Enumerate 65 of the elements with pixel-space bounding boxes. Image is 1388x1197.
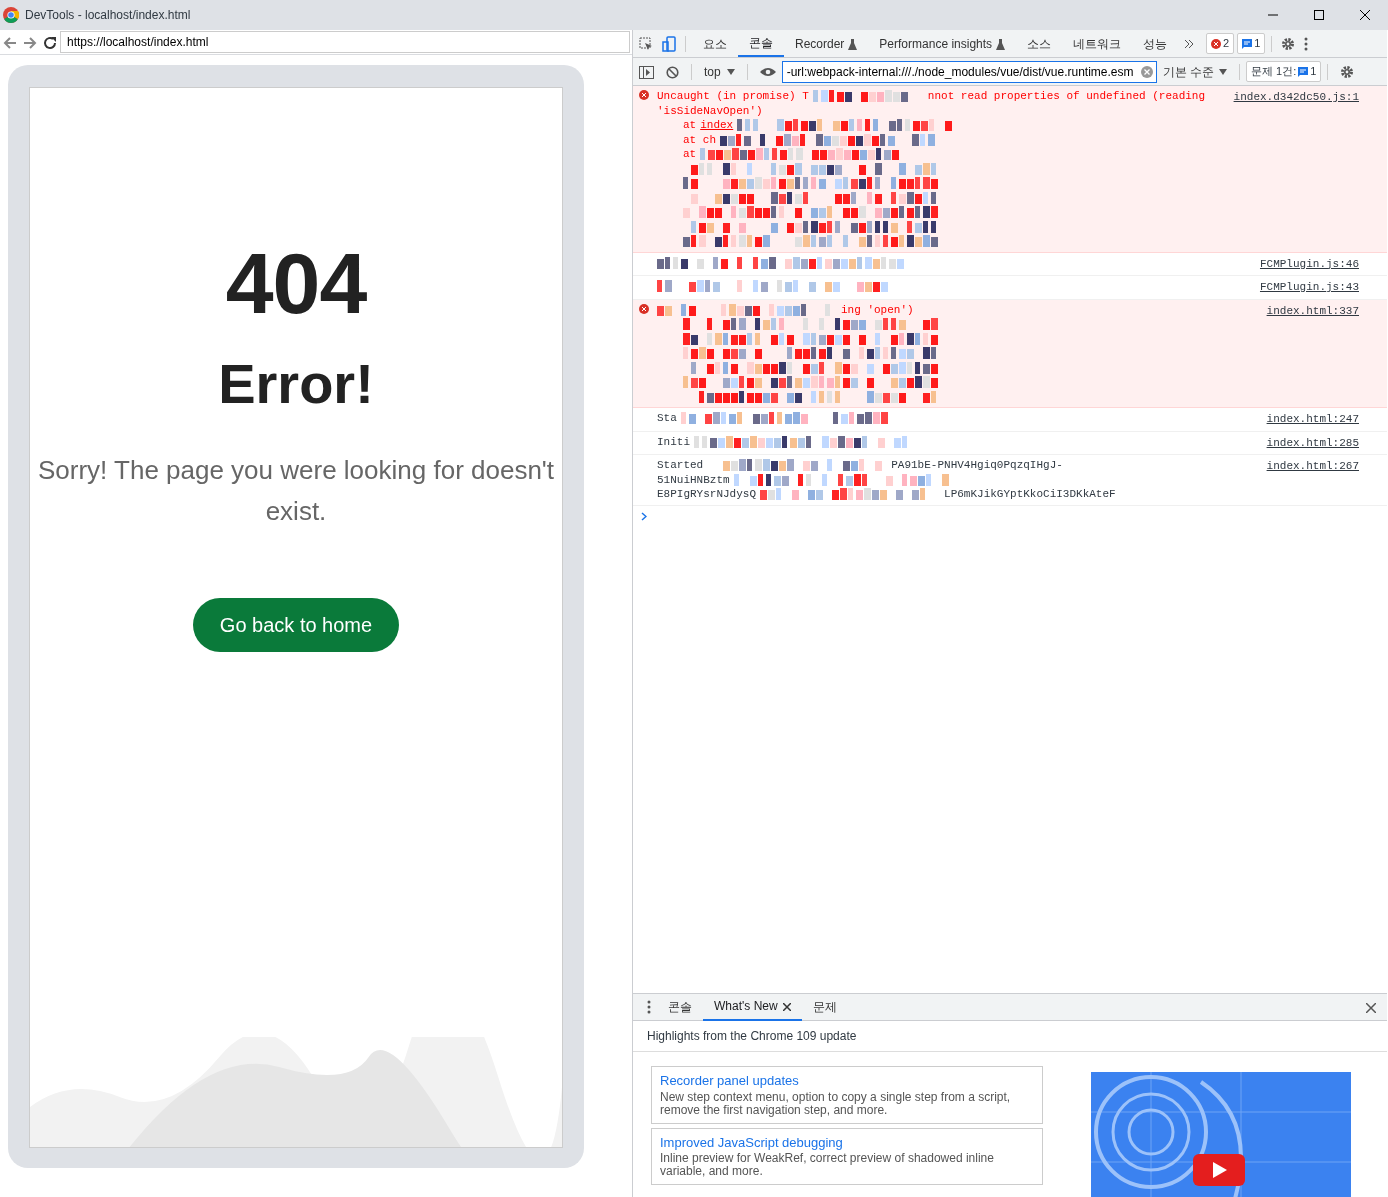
feature-description: Inline preview for WeakRef, correct preview of shadowed inline variable, and more.	[660, 1152, 995, 1178]
console-text: ing 'open')	[841, 302, 914, 317]
source-link[interactable]: index.html:267	[1266, 458, 1359, 502]
log-level-dropdown[interactable]: 기본 수준	[1156, 58, 1234, 85]
close-icon[interactable]	[782, 1002, 791, 1011]
console-text: Started	[657, 458, 704, 473]
panel-tab[interactable]: 네트워크	[1062, 30, 1133, 57]
message-counter[interactable]: 1	[1237, 33, 1266, 54]
feature-card[interactable]: Improved JavaScript debugging Inline preview for WeakRef, correct preview of shadowed inline variable, and more.	[651, 1127, 1043, 1185]
panel-tab[interactable]: Performance insights	[868, 30, 1017, 57]
drawer-tab[interactable]: What's New	[703, 993, 802, 1021]
console-text: LP6mKJikGYptKkoCiI3DKkAteF	[944, 487, 1116, 502]
maximize-icon[interactable]	[1314, 10, 1324, 20]
console-text: 51NuiHNBztm	[657, 472, 730, 487]
feature-card[interactable]: Recorder panel updates New step context menu, option to copy a single step from a script, remove the first navigation step, and more.	[651, 1066, 1043, 1124]
close-icon[interactable]	[1366, 1002, 1376, 1013]
error-heading: Error!	[218, 356, 374, 412]
error-icon	[1211, 38, 1222, 49]
feature-description: New step context menu, option to copy a single step from a script, remove the first navigation step, and more.	[660, 1090, 1012, 1117]
home-button[interactable]: Go back to home	[192, 598, 400, 652]
console-text: Initi	[657, 434, 690, 449]
source-link[interactable]: index.html:247	[1266, 411, 1359, 428]
context-dropdown[interactable]: top	[698, 58, 741, 85]
console-text: Uncaught (in promise) T	[657, 89, 809, 104]
whats-new-headline: Highlights from the Chrome 109 update	[633, 1021, 1387, 1052]
feature-title[interactable]: Improved JavaScript debugging	[660, 1132, 1034, 1152]
console-text: at	[683, 147, 697, 162]
message-icon	[1298, 66, 1309, 77]
source-link[interactable]: index.html:285	[1266, 434, 1359, 451]
error-icon	[639, 90, 649, 100]
source-link[interactable]: index.html:337	[1266, 302, 1359, 404]
clear-icon[interactable]	[1140, 65, 1153, 78]
console-text: at	[683, 118, 697, 133]
source-link[interactable]: FCMPlugin.js:43	[1259, 279, 1359, 296]
console-text: at ch	[683, 132, 716, 147]
error-code: 404	[225, 240, 367, 326]
drawer-tab[interactable]: 문제	[801, 993, 848, 1021]
url-field[interactable]: https://localhost/index.html	[60, 31, 630, 53]
error-icon	[639, 303, 649, 314]
drawer-tab[interactable]: 콘솔	[657, 993, 703, 1021]
caret-icon	[726, 69, 735, 76]
window-title: DevTools - localhost/index.html	[25, 7, 191, 24]
panel-tab[interactable]: 소스	[1016, 30, 1063, 57]
console-text: E8PIgRYsrNJdysQ	[657, 487, 757, 502]
drawer-menu-icon[interactable]	[647, 1000, 651, 1014]
panel-tab[interactable]: Recorder	[784, 30, 869, 57]
source-link[interactable]: index.d342dc50.js:1	[1233, 89, 1359, 249]
source-link[interactable]: index	[700, 118, 734, 133]
feature-title[interactable]: Recorder panel updates	[660, 1071, 1034, 1091]
message-icon	[1242, 38, 1253, 49]
filter-field[interactable]: -url:webpack-internal:///./node_modules/vue/dist/vue.runtime.esm	[781, 60, 1157, 83]
source-link[interactable]: FCMPlugin.js:46	[1259, 255, 1359, 272]
issues-counter[interactable]: 문제 1건: 1	[1246, 61, 1322, 82]
caret-icon	[1219, 69, 1228, 76]
panel-tab[interactable]: 요소	[692, 30, 738, 57]
error-counter[interactable]: 2	[1206, 33, 1235, 54]
console-text: Sta	[657, 411, 677, 426]
console-text: 'isSideNavOpen')	[657, 103, 763, 118]
console-text: nnot read properties of undefined (reading	[927, 89, 1206, 104]
prompt-icon[interactable]	[641, 512, 647, 522]
browser-logo-icon	[3, 7, 19, 23]
console-text: PA91bE-PNHV4Hgiq0PqzqIHgJ-	[891, 458, 1063, 473]
close-icon[interactable]	[1360, 10, 1370, 20]
panel-tab[interactable]: 성능	[1132, 30, 1179, 57]
error-message: Sorry! The page you were looking for doesn't exist.	[36, 454, 556, 528]
